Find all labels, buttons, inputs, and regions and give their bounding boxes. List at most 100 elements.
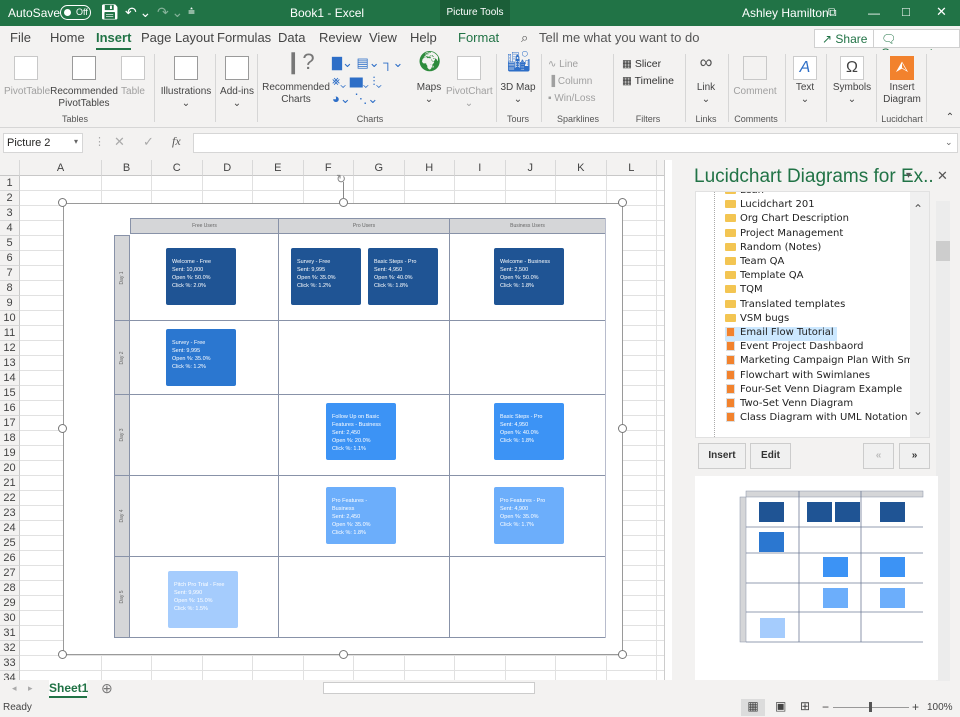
row-header-4[interactable]: 4 — [0, 221, 20, 236]
row-header-19[interactable]: 19 — [0, 446, 20, 461]
table-button[interactable]: Table — [118, 56, 148, 98]
sparkline-column-button[interactable]: ▐ Column — [548, 73, 608, 90]
tree-folder[interactable]: Lean — [725, 192, 764, 199]
row-header-25[interactable]: 25 — [0, 536, 20, 551]
tab-home[interactable]: Home — [50, 30, 85, 45]
comments-button[interactable]: 🗨︎ Comments — [873, 29, 960, 60]
tree-document[interactable]: Four-Set Venn Diagram Example — [725, 383, 902, 398]
scroll-sheets-right-icon[interactable]: ▸ — [28, 683, 33, 694]
enter-icon[interactable]: ✓ — [143, 134, 154, 150]
next-page-button[interactable]: » — [899, 443, 930, 469]
insert-button[interactable]: Insert — [698, 443, 746, 469]
scroll-up-icon[interactable]: ⌃ — [913, 202, 923, 216]
row-header-33[interactable]: 33 — [0, 656, 20, 671]
tree-document[interactable]: Email Flow Tutorial — [725, 327, 837, 341]
tree-document[interactable]: Class Diagram with UML Notation — [725, 412, 908, 426]
maps-button[interactable]: 🌍︎ Maps ⌄ — [414, 52, 444, 106]
column-header-f[interactable]: F — [303, 160, 354, 176]
insert-function-icon[interactable]: fx — [172, 134, 181, 149]
resize-handle[interactable] — [58, 650, 67, 659]
tree-document[interactable]: Event Project Dashbaord — [725, 341, 863, 355]
collapse-ribbon-icon[interactable]: ⌃ — [944, 112, 956, 124]
tree-document[interactable]: Two-Set Venn Diagram — [725, 398, 853, 412]
rotate-handle-icon[interactable]: ↻ — [336, 172, 346, 186]
resize-handle[interactable] — [618, 650, 627, 659]
tree-scrollbar[interactable]: ⌃ ⌄ — [910, 192, 929, 437]
timeline-button[interactable]: ▦ Timeline — [622, 73, 682, 90]
row-header-23[interactable]: 23 — [0, 506, 20, 521]
column-header-j[interactable]: J — [505, 160, 556, 176]
row-header-2[interactable]: 2 — [0, 191, 20, 206]
tree-folder[interactable]: Lucidchart 201 — [725, 199, 815, 213]
pane-scroll-thumb[interactable] — [936, 241, 950, 261]
undo-icon[interactable]: ↶ ⌄ — [125, 4, 151, 21]
resize-handle[interactable] — [58, 424, 67, 433]
3d-map-button[interactable]: 🏙︎ 3D Map ⌄ — [500, 52, 536, 106]
resize-handle[interactable] — [339, 198, 348, 207]
tree-folder[interactable]: VSM bugs — [725, 313, 789, 327]
row-header-5[interactable]: 5 — [0, 236, 20, 251]
tree-folder[interactable]: Template QA — [725, 270, 804, 284]
share-button[interactable]: ↗ Share — [814, 29, 876, 48]
tree-folder[interactable]: Translated templates — [725, 299, 845, 313]
vertical-scrollbar[interactable] — [664, 160, 672, 680]
row-header-6[interactable]: 6 — [0, 251, 20, 266]
resize-handle[interactable] — [339, 650, 348, 659]
row-header-29[interactable]: 29 — [0, 596, 20, 611]
row-header-32[interactable]: 32 — [0, 641, 20, 656]
row-header-16[interactable]: 16 — [0, 401, 20, 416]
new-sheet-icon[interactable]: ⊕ — [101, 680, 113, 697]
ribbon-display-icon[interactable]: ⧉ — [828, 5, 837, 20]
zoom-level[interactable]: 100% — [927, 702, 953, 713]
symbols-button[interactable]: Ω Symbols ⌄ — [832, 56, 872, 106]
row-header-21[interactable]: 21 — [0, 476, 20, 491]
tab-help[interactable]: Help — [410, 30, 437, 45]
tab-file[interactable]: File — [10, 30, 31, 45]
customize-qat-icon[interactable]: ⩮ — [188, 4, 195, 19]
column-header-e[interactable]: E — [253, 160, 304, 176]
tree-folder[interactable]: Team QA — [725, 256, 784, 270]
tree-folder[interactable]: Org Chart Description — [725, 213, 849, 227]
zoom-out-button[interactable]: − — [822, 700, 829, 714]
zoom-in-button[interactable]: + — [912, 700, 919, 714]
expand-formula-bar-icon[interactable]: ⌄ — [945, 137, 953, 148]
text-button[interactable]: A Text ⌄ — [790, 56, 820, 106]
illustrations-button[interactable]: Illustrations ⌄ — [158, 56, 214, 110]
column-header-d[interactable]: D — [202, 160, 253, 176]
pane-scrollbar[interactable] — [936, 201, 950, 681]
resize-handle[interactable] — [618, 424, 627, 433]
maximize-icon[interactable]: □ — [902, 4, 910, 19]
name-box-dropdown-icon[interactable]: ▾ — [74, 137, 78, 146]
formula-input[interactable] — [193, 133, 958, 153]
pivottable-button[interactable]: PivotTable — [4, 56, 50, 98]
row-header-9[interactable]: 9 — [0, 296, 20, 311]
chart-types-gallery[interactable]: ▇⌄ ▤⌄ ┐⌄ ⨳⌄ ▆⌄ ⫶⌄ ◕⌄ ⋱⌄ — [332, 54, 412, 108]
user-name[interactable]: Ashley Hamilton — [742, 6, 829, 20]
row-header-3[interactable]: 3 — [0, 206, 20, 221]
column-header-g[interactable]: G — [354, 160, 405, 176]
resize-handle[interactable] — [618, 198, 627, 207]
sparkline-winloss-button[interactable]: ▪ Win/Loss — [548, 90, 608, 107]
column-header-i[interactable]: I — [455, 160, 506, 176]
row-header-10[interactable]: 10 — [0, 311, 20, 326]
pane-close-icon[interactable]: ✕ — [937, 168, 948, 184]
row-header-18[interactable]: 18 — [0, 431, 20, 446]
row-header-1[interactable]: 1 — [0, 176, 20, 191]
page-break-view-icon[interactable]: ⊞ — [800, 699, 810, 713]
edit-button[interactable]: Edit — [750, 443, 791, 469]
tab-review[interactable]: Review — [319, 30, 362, 45]
row-header-8[interactable]: 8 — [0, 281, 20, 296]
row-header-22[interactable]: 22 — [0, 491, 20, 506]
row-header-24[interactable]: 24 — [0, 521, 20, 536]
row-header-12[interactable]: 12 — [0, 341, 20, 356]
row-header-11[interactable]: 11 — [0, 326, 20, 341]
recommended-pivottables-button[interactable]: Recommended PivotTables — [48, 56, 120, 110]
pane-options-icon[interactable]: ▾ — [906, 170, 911, 181]
tab-insert[interactable]: Insert — [96, 30, 132, 50]
page-layout-view-icon[interactable]: ▣ — [775, 699, 786, 713]
tab-page-layout[interactable]: Page Layout — [141, 30, 214, 45]
save-icon[interactable]: 💾︎ — [100, 3, 119, 21]
diagram-preview[interactable] — [695, 476, 938, 680]
tab-formulas[interactable]: Formulas — [217, 30, 271, 45]
row-header-15[interactable]: 15 — [0, 386, 20, 401]
